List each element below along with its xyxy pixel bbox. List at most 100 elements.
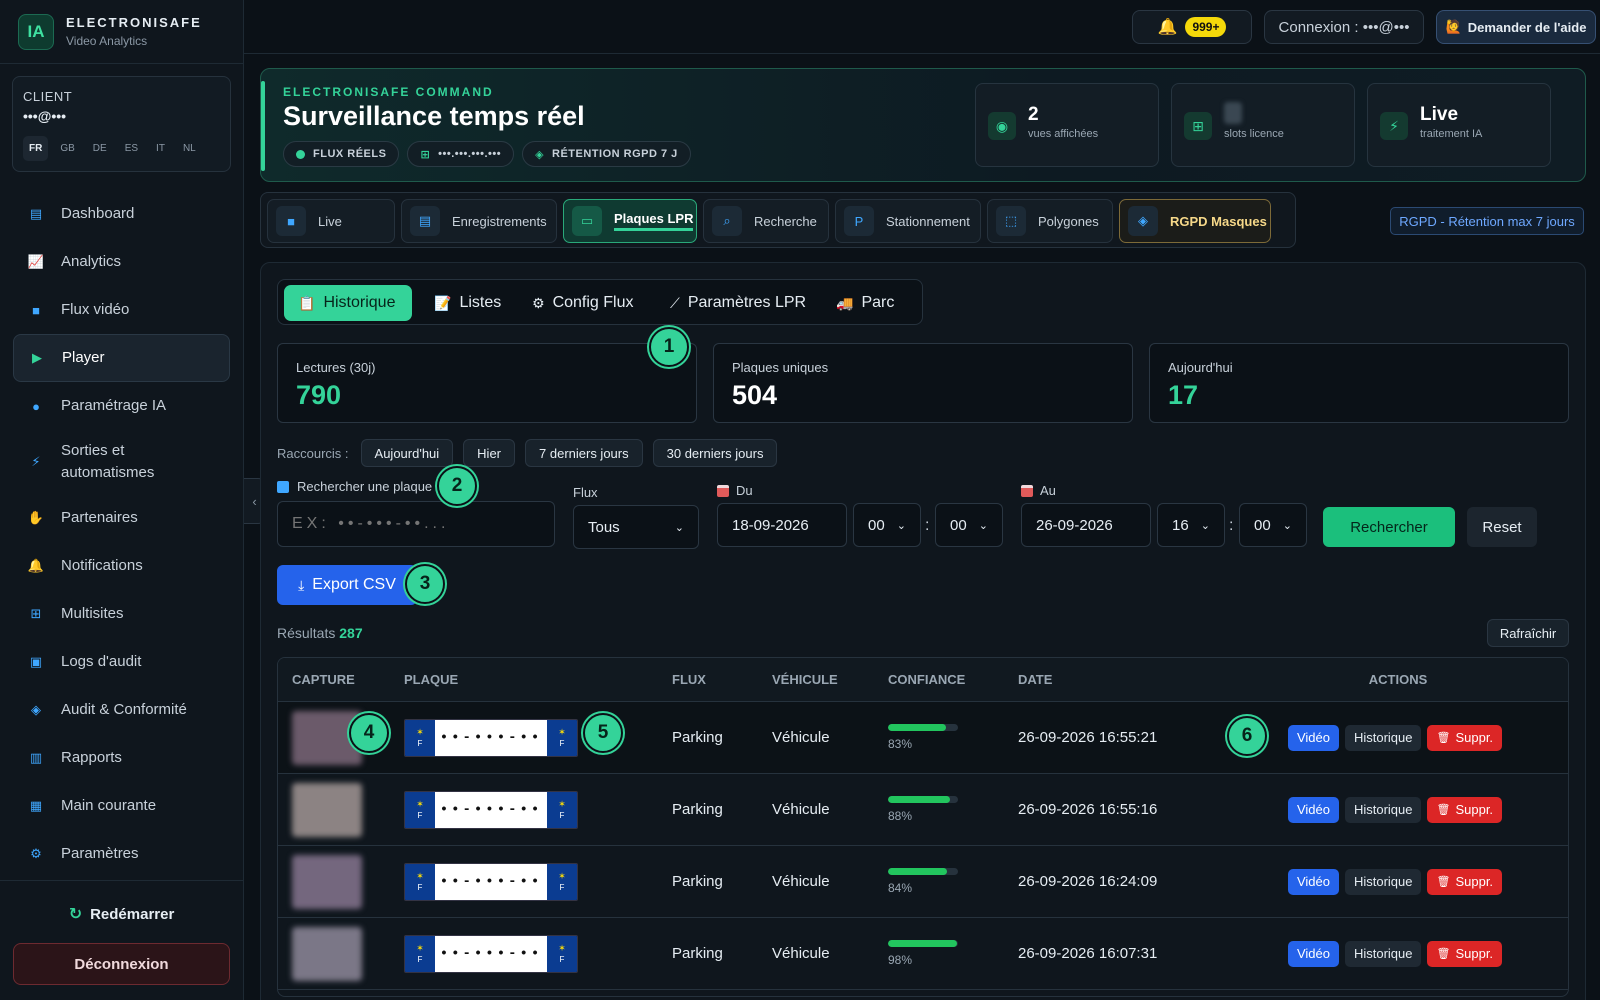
chip-ip-address: ⊞ •••.•••.•••.••• [407,141,515,167]
from-date-input[interactable] [717,503,847,547]
trash-icon: 🗑 [1436,948,1451,960]
flux-select[interactable]: Tous ⌄ [573,505,699,549]
video-button[interactable]: Vidéo [1287,796,1339,823]
stat-views: ◉ 2 vues affichées [975,83,1159,167]
delete-button[interactable]: 🗑 Suppr. [1427,940,1503,967]
from-minute-select[interactable]: 00 ⌄ [935,503,1003,547]
sidebar-item-parametres[interactable]: ⚙ Paramètres [13,830,230,878]
row-actions: Vidéo Historique 🗑 Suppr. [1228,724,1568,751]
capture-thumbnail[interactable] [292,926,362,981]
refresh-button[interactable]: Rafraîchir [1487,619,1569,647]
delete-button[interactable]: 🗑 Suppr. [1427,868,1503,895]
annotation-marker-1: 1 [649,327,689,367]
sidebar-item-sorties[interactable]: ⚡ Sorties et automatismes [13,430,230,494]
history-button[interactable]: Historique [1344,724,1422,751]
kpi-plaques-uniques: Plaques uniques 504 [713,343,1133,423]
lang-nl[interactable]: NL [177,136,202,161]
shield-icon: ◈ [31,702,41,717]
delete-button[interactable]: 🗑 Suppr. [1427,724,1503,751]
delete-button[interactable]: 🗑 Suppr. [1427,796,1503,823]
video-button[interactable]: Vidéo [1287,940,1339,967]
notepad-icon: 📝 [434,294,452,311]
grid-icon: ⊞ [1184,112,1212,140]
sidebar-item-partenaires[interactable]: ✋ Partenaires [13,494,230,542]
row-actions: Vidéo Historique 🗑 Suppr. [1228,868,1568,895]
logout-button[interactable]: Déconnexion [13,943,230,985]
tab-live[interactable]: ■ Live [267,199,395,243]
lang-es[interactable]: ES [119,136,144,161]
network-icon: ⊞ [30,606,42,621]
video-button[interactable]: Vidéo [1287,724,1339,751]
tab-polygones[interactable]: ⬚ Polygones [987,199,1113,243]
sidebar-item-audit-conformite[interactable]: ◈ Audit & Conformité [13,686,230,734]
chevron-down-icon: ⌄ [978,519,988,532]
sidebar-item-rapports[interactable]: ▥ Rapports [13,734,230,782]
shortcut-7-days[interactable]: 7 derniers jours [525,439,643,467]
truck-icon: 🚚 [836,294,854,311]
sidebar-item-player[interactable]: ▶ Player [13,334,230,382]
blurred-value [1224,102,1242,124]
notifications-button[interactable]: 🔔 999+ [1132,10,1252,44]
reset-button[interactable]: Reset [1467,507,1537,547]
license-plate: ✶ F ••-•••-•• ✶ F [404,934,578,973]
tab-stationnement[interactable]: P Stationnement [835,199,981,243]
annotation-marker-3: 3 [405,564,445,604]
table-row: ✶ F ••-•••-•• ✶ F Parking Véhicule 88% 26-09… [278,774,1568,846]
sidebar-item-dashboard[interactable]: ▤ Dashboard [13,190,230,238]
lang-fr[interactable]: FR [23,136,49,161]
subtab-listes[interactable]: 📝 Listes [420,285,515,321]
lang-de[interactable]: DE [87,136,113,161]
search-icon: ⌕ [712,206,742,236]
to-hour-select[interactable]: 16 ⌄ [1157,503,1225,547]
to-date-label: Au [1021,483,1056,498]
subtab-config-flux[interactable]: ⚙ Config Flux [518,285,647,321]
lang-it[interactable]: IT [150,136,171,161]
sidebar-item-multisites[interactable]: ⊞ Multisites [13,590,230,638]
history-button[interactable]: Historique [1344,796,1422,823]
brand-name: ELECTRONISAFE [66,15,202,30]
capture-thumbnail[interactable] [292,782,362,837]
confidence-bar [888,868,958,875]
capture-thumbnail[interactable] [292,854,362,909]
annotation-marker-6: 6 [1227,716,1267,756]
subtab-historique[interactable]: 📋 Historique [284,285,412,321]
from-hour-select[interactable]: 00 ⌄ [853,503,921,547]
eu-flag-icon: ✶ F [405,935,435,972]
to-minute-select[interactable]: 00 ⌄ [1239,503,1307,547]
subtab-parametres-lpr[interactable]: ⟋ Paramètres LPR [656,285,820,321]
to-date-input[interactable] [1021,503,1151,547]
tab-rgpd-masques[interactable]: ◈ RGPD Masques [1119,199,1271,243]
hero-banner: ELECTRONISAFE COMMAND Surveillance temps… [260,68,1586,182]
sidebar-item-parametrage-ia[interactable]: ● Paramétrage IA [13,382,230,430]
search-button[interactable]: Rechercher [1323,507,1455,547]
tab-plaques-lpr[interactable]: ▭ Plaques LPR [563,199,697,243]
shortcut-today[interactable]: Aujourd'hui [360,439,454,467]
sidebar-item-notifications[interactable]: 🔔 Notifications [13,542,230,590]
subtab-parc[interactable]: 🚚 Parc [822,285,908,321]
restart-button[interactable]: ↻ Redémarrer [0,891,243,937]
clipboard-icon: 📋 [298,294,316,311]
history-button[interactable]: Historique [1344,868,1422,895]
stat-license-slots: ⊞ slots licence [1171,83,1355,167]
tab-recherche[interactable]: ⌕ Recherche [703,199,829,243]
history-button[interactable]: Historique [1344,940,1422,967]
sidebar-item-analytics[interactable]: 📈 Analytics [13,238,230,286]
video-button[interactable]: Vidéo [1287,868,1339,895]
sidebar-item-flux-video[interactable]: ■ Flux vidéo [13,286,230,334]
sidebar-item-logs-audit[interactable]: ▣ Logs d'audit [13,638,230,686]
export-csv-button[interactable]: ⤓ Export CSV [277,565,417,605]
confidence-bar [888,724,958,731]
brand-subtitle: Video Analytics [66,34,148,48]
tab-enregistrements[interactable]: ▤ Enregistrements [401,199,557,243]
trash-icon: 🗑 [1436,876,1451,888]
trash-icon: 🗑 [1436,732,1451,744]
connection-status[interactable]: Connexion : •••@••• [1264,10,1424,44]
help-button[interactable]: 🙋 Demander de l'aide [1436,10,1596,44]
annotation-marker-2: 2 [437,466,477,506]
shortcut-yesterday[interactable]: Hier [463,439,516,467]
lang-gb[interactable]: GB [54,136,80,161]
plate-search-input[interactable] [277,501,555,547]
sidebar-item-main-courante[interactable]: ▦ Main courante [13,782,230,830]
shortcut-30-days[interactable]: 30 derniers jours [652,439,778,467]
kpi-lectures: Lectures (30j) 790 [277,343,697,423]
